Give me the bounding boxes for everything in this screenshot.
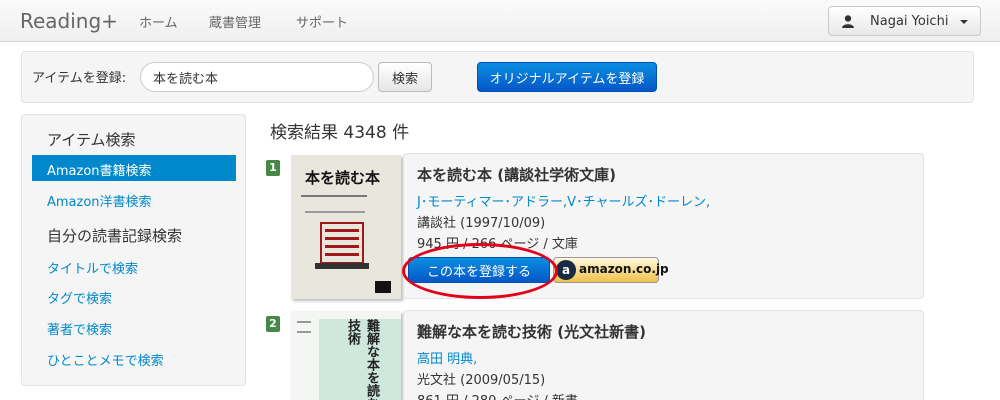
book-publisher: 光文社 (2009/05/15) (417, 373, 546, 388)
book-cover-image[interactable]: 難解な本を読む技術 (291, 311, 401, 400)
sidebar-header-item-search: アイテム検索 (47, 131, 136, 149)
book-publisher: 講談社 (1997/10/09) (417, 216, 546, 231)
book-cover-title: 本を読む本 (305, 169, 381, 187)
sidebar-header-records-search: 自分の読書記録検索 (47, 227, 183, 245)
results-count-heading: 検索結果 4348 件 (270, 123, 410, 143)
result-index-badge: 1 (266, 160, 280, 176)
register-original-item-button[interactable]: オリジナルアイテムを登録 (477, 62, 657, 92)
book-cover-title: 難解な本を読む技術 (345, 319, 379, 400)
sidebar-item-title-search[interactable]: タイトルで検索 (47, 258, 138, 277)
user-icon (842, 15, 854, 28)
search-button[interactable]: 検索 (378, 62, 432, 92)
book-authors[interactable]: J･モーティマー･アドラー,V･チャールズ･ドーレン, (417, 191, 710, 210)
sidebar: アイテム検索 Amazon書籍検索 Amazon洋書検索 自分の読書記録検索 タ… (21, 114, 246, 386)
nav-home[interactable]: ホーム (139, 12, 178, 31)
sidebar-item-memo-search[interactable]: ひとことメモで検索 (47, 350, 164, 369)
user-name: Nagai Yoichi (870, 14, 949, 29)
sidebar-item-author-search[interactable]: 著者で検索 (47, 319, 112, 338)
book-cover-image[interactable]: 本を読む本 (291, 155, 401, 299)
nav-library[interactable]: 蔵書管理 (209, 12, 261, 31)
amazon-link-button[interactable]: a amazon.co.jp (553, 257, 669, 283)
search-label: アイテムを登録: (32, 71, 127, 86)
user-menu-button[interactable]: Nagai Yoichi (828, 6, 981, 36)
search-input[interactable] (140, 62, 374, 92)
sidebar-item-amazon-foreign[interactable]: Amazon洋書検索 (47, 191, 152, 210)
book-authors[interactable]: 高田 明典, (417, 348, 477, 367)
book-title[interactable]: 難解な本を読む技術 (光文社新書) (417, 321, 646, 342)
book-title[interactable]: 本を読む本 (講談社学術文庫) (417, 164, 616, 185)
chevron-down-icon (960, 20, 968, 24)
sidebar-item-tag-search[interactable]: タグで検索 (47, 288, 112, 307)
book-price-pages: 861 円 / 280 ページ / 新書 (417, 390, 578, 400)
sidebar-item-label: Amazon書籍検索 (47, 164, 152, 179)
nav-support[interactable]: サポート (296, 12, 348, 31)
result-index-badge: 2 (266, 316, 280, 332)
top-navbar: Reading+ ホーム 蔵書管理 サポート Nagai Yoichi (0, 0, 1000, 42)
amazon-logo-text: amazon.co.jp (579, 262, 669, 276)
book-card: 難解な本を読む技術 (光文社新書) 高田 明典, 光文社 (2009/05/15… (403, 310, 924, 400)
sidebar-item-amazon-books[interactable]: Amazon書籍検索 (32, 155, 236, 181)
search-bar: アイテムを登録: 検索 オリジナルアイテムを登録 (21, 51, 974, 103)
red-annotation-circle (402, 243, 558, 299)
brand-logo[interactable]: Reading+ (20, 9, 118, 33)
amazon-icon: a (556, 260, 576, 280)
